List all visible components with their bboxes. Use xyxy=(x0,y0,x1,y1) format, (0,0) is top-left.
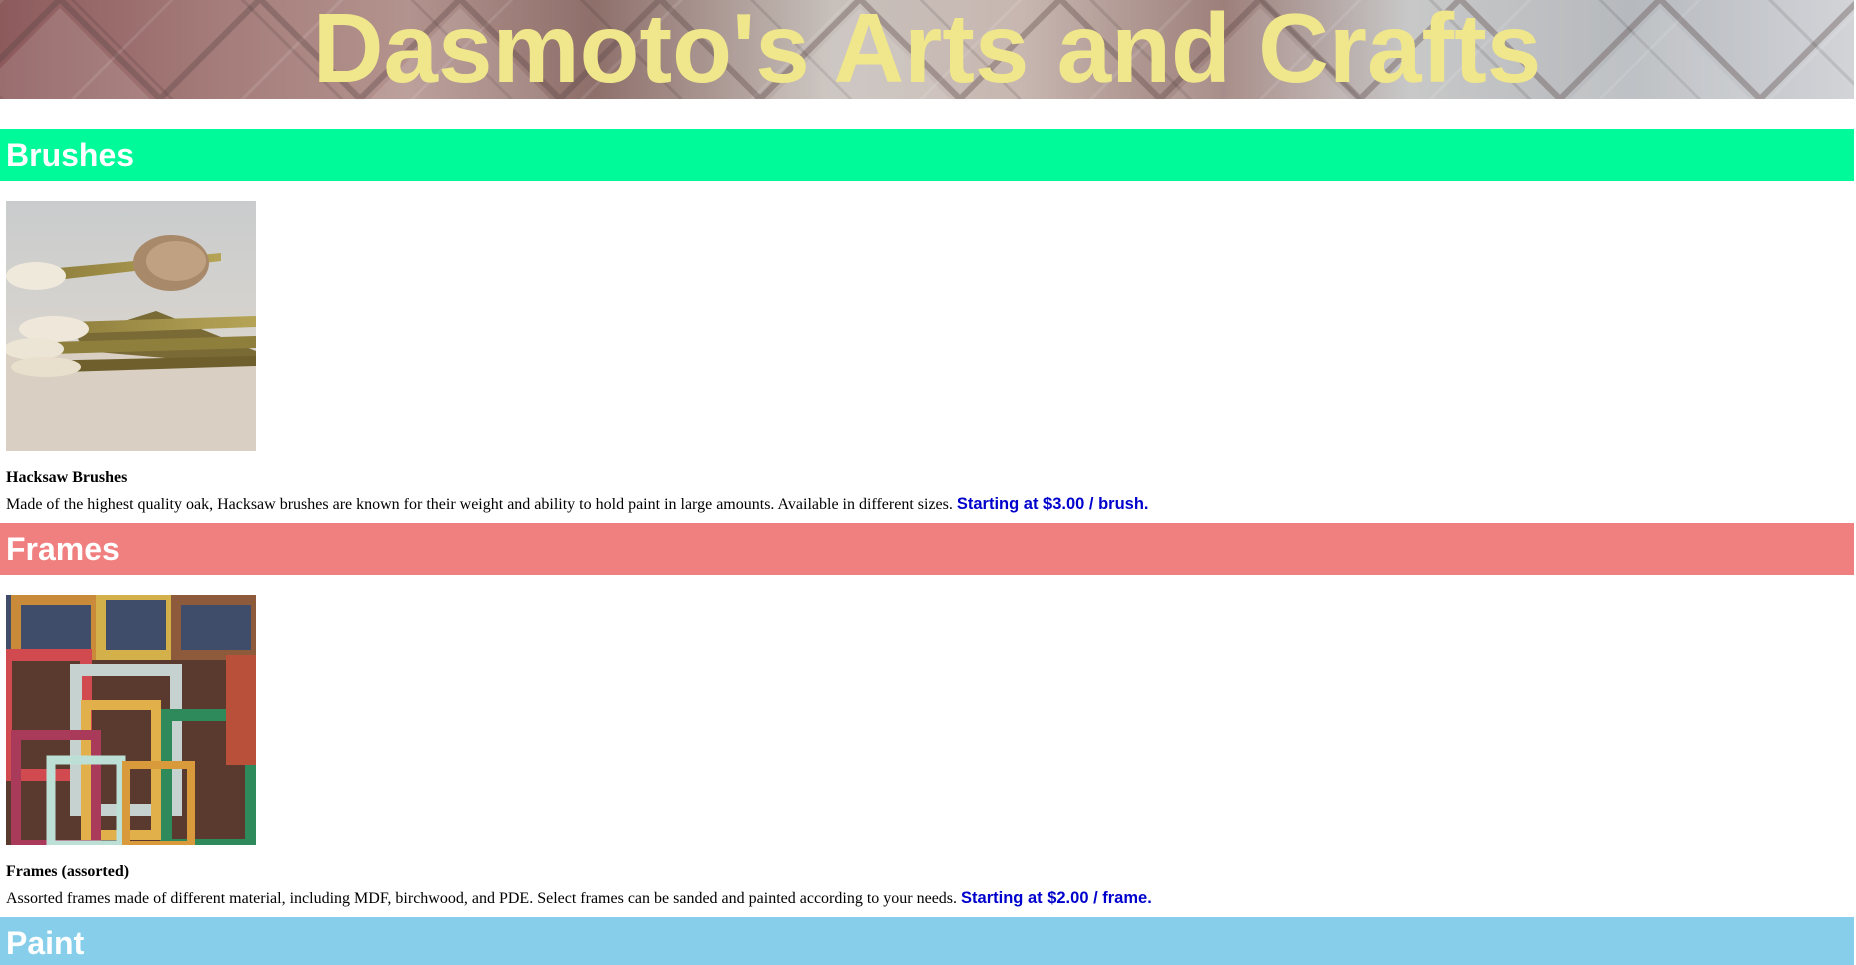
section-heading-frames: Frames xyxy=(0,523,1854,575)
product-name-frames: Frames (assorted) xyxy=(6,863,130,880)
product-name-brushes: Hacksaw Brushes xyxy=(6,469,128,486)
frames-image xyxy=(6,595,256,845)
description-text: Assorted frames made of different materi… xyxy=(6,890,958,907)
page: Dasmoto's Arts and Crafts Brushes Hacksa… xyxy=(0,0,1854,965)
price-frames: Starting at $2.00 / frame. xyxy=(961,889,1152,907)
section-heading-brushes: Brushes xyxy=(0,129,1854,181)
description-text: Made of the highest quality oak, Hacksaw… xyxy=(6,496,953,513)
product-description-brushes: Made of the highest quality oak, Hacksaw… xyxy=(6,493,1149,516)
price-brushes: Starting at $3.00 / brush. xyxy=(956,495,1149,513)
brushes-image xyxy=(6,201,256,451)
header-banner: Dasmoto's Arts and Crafts xyxy=(0,0,1854,99)
section-heading-paint: Paint xyxy=(0,917,1854,965)
site-title: Dasmoto's Arts and Crafts xyxy=(312,0,1542,99)
product-description-frames: Assorted frames made of different materi… xyxy=(6,887,1152,910)
